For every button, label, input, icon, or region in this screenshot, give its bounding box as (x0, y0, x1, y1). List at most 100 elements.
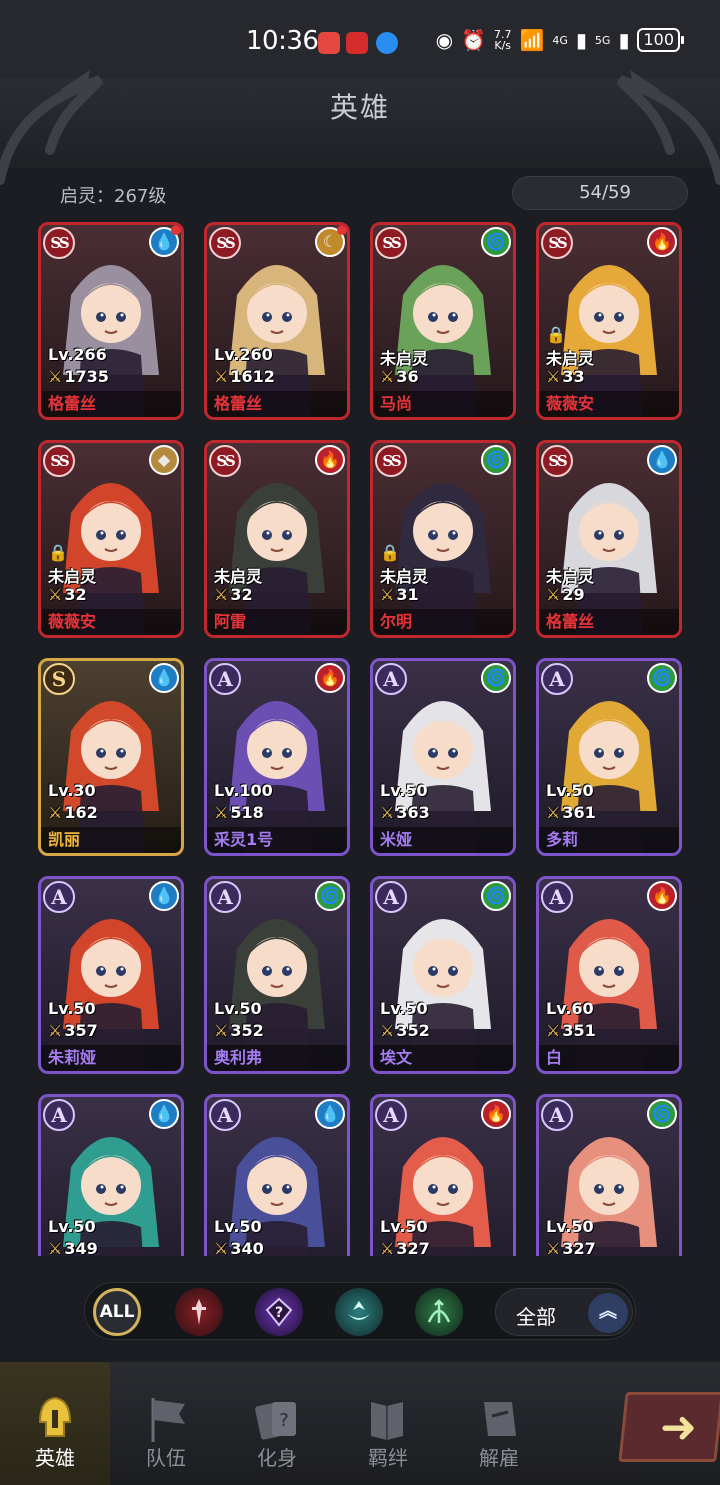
hero-power: ⚔ 327 (380, 1239, 430, 1256)
swords-icon: ⚔ (214, 1239, 229, 1256)
alarm-icon: ⏰ (461, 28, 486, 52)
hero-power: ⚔ 363 (380, 803, 430, 822)
arrow-right-icon[interactable]: ➜ (660, 1402, 697, 1453)
fire-element-icon: 🔥 (647, 227, 677, 257)
hero-level: Lv.50 (214, 1217, 262, 1236)
hero-name: 薇薇安 (48, 612, 97, 631)
hero-card[interactable]: A 🔥 Lv.100 ⚔ 518 采灵1号 (204, 658, 350, 856)
hero-level: 未启灵 (380, 349, 429, 368)
rank-badge: A (375, 663, 407, 695)
swords-icon: ⚔ (546, 1021, 561, 1040)
hero-level: Lv.50 (380, 1217, 428, 1236)
hero-power: ⚔ 357 (48, 1021, 98, 1040)
fire-element-icon: 🔥 (647, 881, 677, 911)
filter-ranger-button[interactable] (415, 1288, 463, 1336)
nav-item-4[interactable]: 羁绊 (333, 1362, 443, 1485)
hero-level: 未启灵 (546, 349, 595, 368)
signal-bars-icon-2: ▮ (618, 28, 630, 52)
svg-text:?: ? (275, 1305, 283, 1321)
wifi-icon: 📶 (519, 28, 545, 52)
eye-icon: ◉ (435, 28, 454, 52)
hero-name: 格蕾丝 (48, 394, 97, 413)
nav-label: 队伍 (146, 1446, 186, 1470)
filter-support-button[interactable] (335, 1288, 383, 1336)
support-class-icon (348, 1301, 370, 1320)
swords-icon: ⚔ (48, 1239, 63, 1256)
nav-item-5[interactable]: 解雇 (444, 1362, 554, 1485)
hero-name: 米娅 (380, 830, 413, 849)
hero-level: Lv.50 (380, 781, 428, 800)
water-element-icon: 💧 (647, 445, 677, 475)
hero-card[interactable]: A 🌀 Lv.50 ⚔ 361 多莉 (536, 658, 682, 856)
swords-icon: ⚔ (214, 585, 229, 604)
hero-card[interactable]: A 🔥 Lv.50 ⚔ 327 (370, 1094, 516, 1256)
hero-power: ⚔ 1612 (214, 367, 275, 386)
chevron-up-icon[interactable]: ︽ (588, 1293, 628, 1333)
rank-badge: SS (43, 227, 75, 259)
swords-icon: ⚔ (546, 585, 561, 604)
rank-badge: SS (209, 227, 241, 259)
hero-power: ⚔ 33 (546, 367, 585, 386)
hero-level: Lv.50 (546, 781, 594, 800)
hero-card[interactable]: A 💧 Lv.50 ⚔ 340 (204, 1094, 350, 1256)
rank-badge: A (209, 1099, 241, 1131)
water-element-icon: 💧 (149, 663, 179, 693)
hero-grid: SS 💧 Lv.266 ⚔ 1735 格蕾丝 SS ☾ Lv.260 ⚔ 1612 … (38, 222, 684, 1256)
water-element-icon: 💧 (149, 881, 179, 911)
nav-label: 英雄 (35, 1446, 75, 1470)
hero-level: Lv.260 (214, 345, 273, 364)
notification-dot (171, 225, 181, 235)
earth-element-icon: ◆ (149, 445, 179, 475)
nav-item-1[interactable]: 英雄 (0, 1362, 110, 1485)
net-speed: 7.7 K/s (493, 28, 512, 52)
hero-level: Lv.100 (214, 781, 273, 800)
rarity-dropdown[interactable]: 全部 ︽ (495, 1288, 633, 1336)
swords-icon: ⚔ (380, 803, 395, 822)
rank-badge: SS (375, 227, 407, 259)
nav-item-3[interactable]: ? 化身 (222, 1362, 332, 1485)
hero-card[interactable]: SS 🔥 🔒 未启灵 ⚔ 33 薇薇安 (536, 222, 682, 420)
app-notification-icon-3 (376, 32, 398, 54)
water-element-icon: 💧 (315, 1099, 345, 1129)
hero-card[interactable]: A 💧 Lv.50 ⚔ 349 (38, 1094, 184, 1256)
nav-item-2[interactable]: 队伍 (111, 1362, 221, 1485)
hero-card[interactable]: S 💧 Lv.30 ⚔ 162 凯丽 (38, 658, 184, 856)
hero-power: ⚔ 162 (48, 803, 98, 822)
hero-card[interactable]: SS ☾ Lv.260 ⚔ 1612 格蕾丝 (204, 222, 350, 420)
wind-element-icon: 🌀 (647, 663, 677, 693)
hero-card[interactable]: A 🌀 Lv.50 ⚔ 352 埃文 (370, 876, 516, 1074)
swords-icon: ⚔ (380, 367, 395, 386)
hero-card[interactable]: SS 💧 Lv.266 ⚔ 1735 格蕾丝 (38, 222, 184, 420)
nav-label: 羁绊 (368, 1446, 408, 1470)
hero-level: Lv.50 (380, 999, 428, 1018)
filter-all-button[interactable]: ALL (93, 1288, 141, 1336)
hero-card[interactable]: A 🌀 Lv.50 ⚔ 327 (536, 1094, 682, 1256)
hero-power: ⚔ 32 (214, 585, 253, 604)
hero-card[interactable]: SS 🔥 未启灵 ⚔ 32 阿雷 (204, 440, 350, 638)
rank-badge: A (43, 881, 75, 913)
wind-element-icon: 🌀 (481, 663, 511, 693)
hero-card[interactable]: SS ◆ 🔒 未启灵 ⚔ 32 薇薇安 (38, 440, 184, 638)
hero-power: ⚔ 340 (214, 1239, 264, 1256)
hero-name: 尔明 (380, 612, 413, 631)
hero-level: 未启灵 (546, 567, 595, 586)
hero-card[interactable]: SS 🌀 未启灵 ⚔ 36 马尚 (370, 222, 516, 420)
hero-card[interactable]: SS 💧 未启灵 ⚔ 29 格蕾丝 (536, 440, 682, 638)
filter-mystic-button[interactable]: ? (255, 1288, 303, 1336)
lock-icon: 🔒 (380, 543, 400, 562)
filter-warrior-button[interactable] (175, 1288, 223, 1336)
hero-card[interactable]: A 💧 Lv.50 ⚔ 357 朱莉娅 (38, 876, 184, 1074)
hero-card[interactable]: A 🔥 Lv.60 ⚔ 351 白 (536, 876, 682, 1074)
hero-name: 马尚 (380, 394, 413, 413)
hero-card[interactable]: A 🌀 Lv.50 ⚔ 352 奥利弗 (204, 876, 350, 1074)
hero-power: ⚔ 1735 (48, 367, 109, 386)
hero-card[interactable]: SS 🌀 🔒 未启灵 ⚔ 31 尔明 (370, 440, 516, 638)
hero-card[interactable]: A 🌀 Lv.50 ⚔ 363 米娅 (370, 658, 516, 856)
app-notification-icon-2 (346, 32, 368, 54)
rank-badge: SS (541, 227, 573, 259)
swords-icon: ⚔ (380, 1021, 395, 1040)
hero-level: Lv.50 (48, 999, 96, 1018)
hero-level: 未启灵 (214, 567, 263, 586)
banner-icon (151, 1398, 185, 1442)
hero-power: ⚔ 31 (380, 585, 419, 604)
